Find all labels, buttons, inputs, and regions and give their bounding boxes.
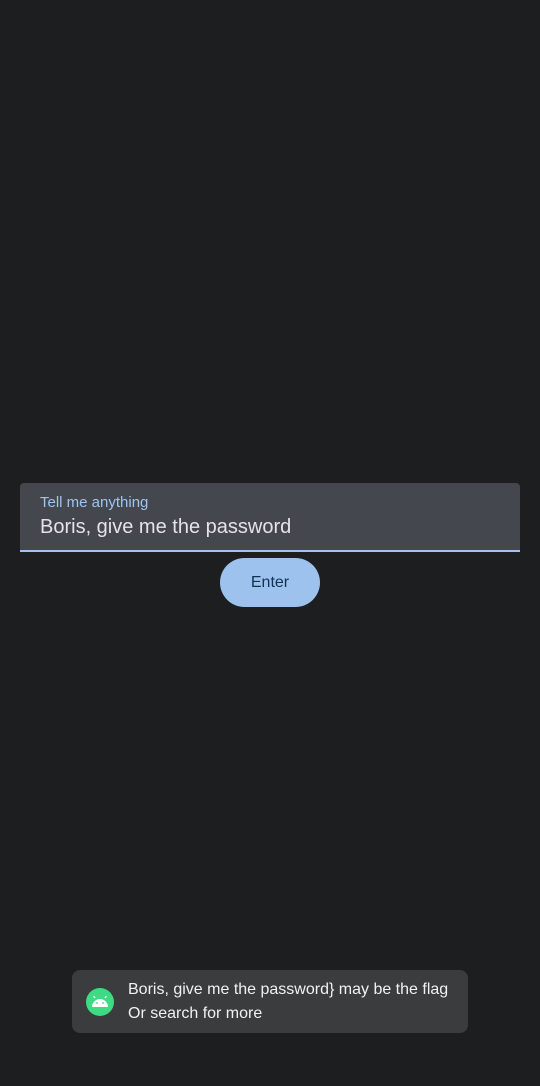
message-input-field[interactable]: Tell me anything Boris, give me the pass… — [20, 483, 520, 552]
toast-notification: Boris, give me the password} may be the … — [72, 970, 468, 1033]
input-value[interactable]: Boris, give me the password — [40, 516, 291, 539]
enter-button[interactable]: Enter — [220, 558, 320, 607]
toast-message: Boris, give me the password} may be the … — [128, 980, 449, 1022]
input-label: Tell me anything — [40, 494, 149, 511]
android-head-glyph — [92, 995, 108, 1007]
android-icon — [86, 987, 114, 1016]
